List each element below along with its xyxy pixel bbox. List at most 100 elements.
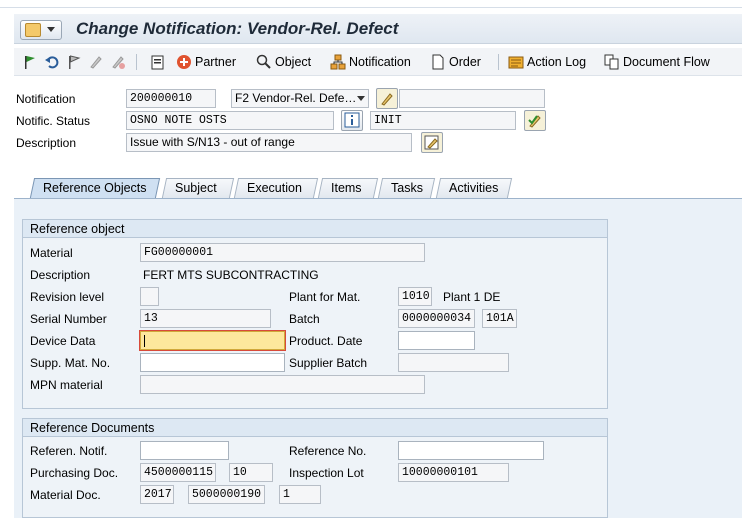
chevron-down-icon bbox=[357, 96, 365, 101]
chevron-down-icon bbox=[47, 27, 55, 32]
notification-type-select[interactable]: F2 Vendor-Rel. Defe… bbox=[231, 89, 369, 108]
system-menu-button[interactable] bbox=[20, 20, 62, 40]
notification-type-value: F2 Vendor-Rel. Defe… bbox=[235, 91, 357, 105]
description-edit-button[interactable] bbox=[421, 132, 443, 153]
tab-activities[interactable]: Activities bbox=[435, 178, 513, 198]
description-label: Description bbox=[16, 136, 77, 150]
batch-field[interactable]: 0000000034 bbox=[398, 309, 475, 328]
document-list-icon bbox=[150, 54, 166, 70]
material-field[interactable]: FG00000001 bbox=[140, 243, 425, 262]
partner-button[interactable]: Partner bbox=[176, 53, 236, 71]
serial-number-field[interactable]: 13 bbox=[140, 309, 271, 328]
pencil-check-icon bbox=[528, 115, 541, 128]
material-doc-year-field[interactable]: 2017 bbox=[140, 485, 174, 504]
hierarchy-icon bbox=[330, 54, 346, 70]
action-log-button[interactable]: Action Log bbox=[508, 53, 586, 71]
partner-icon bbox=[176, 54, 192, 70]
notification-label: Notification bbox=[16, 92, 76, 106]
notification-number-field[interactable]: 200000010 bbox=[126, 89, 216, 108]
notification-label: Notification bbox=[349, 55, 411, 69]
mpn-field[interactable] bbox=[140, 375, 425, 394]
purchasing-doc-field[interactable]: 4500000115 bbox=[140, 463, 216, 482]
tab-items[interactable]: Items bbox=[317, 178, 379, 198]
pencil-icon bbox=[424, 135, 439, 150]
document-flow-button[interactable]: Document Flow bbox=[604, 53, 710, 71]
tab-subject[interactable]: Subject bbox=[161, 178, 235, 198]
status-info-button[interactable] bbox=[341, 110, 363, 131]
product-date-label: Product. Date bbox=[289, 334, 363, 348]
group-title: Reference Documents bbox=[23, 419, 607, 437]
display-button[interactable] bbox=[150, 53, 169, 71]
notification-extra-field[interactable] bbox=[399, 89, 545, 108]
order-button[interactable]: Order bbox=[430, 53, 481, 71]
tab-execution[interactable]: Execution bbox=[233, 178, 319, 198]
tab-label: Tasks bbox=[391, 181, 423, 195]
material-doc-field[interactable]: 5000000190 bbox=[188, 485, 265, 504]
menu-icon bbox=[25, 23, 41, 37]
batch-extra-field[interactable]: 101A bbox=[482, 309, 517, 328]
object-label: Object bbox=[275, 55, 312, 69]
status-label: Notific. Status bbox=[16, 114, 91, 128]
inspection-lot-label: Inspection Lot bbox=[289, 466, 364, 480]
mpn-label: MPN material bbox=[30, 378, 103, 392]
material-description-text: FERT MTS SUBCONTRACTING bbox=[143, 268, 319, 282]
reference-no-field[interactable] bbox=[398, 441, 544, 460]
document-flow-label: Document Flow bbox=[623, 55, 710, 69]
object-button[interactable]: Object bbox=[256, 53, 311, 71]
edit-long-text-button[interactable] bbox=[376, 88, 398, 109]
batch-label: Batch bbox=[289, 312, 320, 326]
plant-label: Plant for Mat. bbox=[289, 290, 361, 304]
revision-field[interactable] bbox=[140, 287, 159, 306]
supp-mat-field[interactable] bbox=[140, 353, 285, 372]
supp-mat-label: Supp. Mat. No. bbox=[30, 356, 111, 370]
undo-button[interactable] bbox=[44, 53, 63, 71]
action-log-label: Action Log bbox=[527, 55, 587, 69]
plant-field[interactable]: 1010 bbox=[398, 287, 432, 306]
tab-reference-objects[interactable]: Reference Objects bbox=[29, 178, 161, 198]
description-field[interactable]: Issue with S/N13 - out of range bbox=[126, 133, 412, 152]
supplier-batch-label: Supplier Batch bbox=[289, 356, 368, 370]
material-doc-label: Material Doc. bbox=[30, 488, 101, 502]
tab-strip: Reference Objects Subject Execution Item… bbox=[14, 176, 742, 198]
status-code-field[interactable]: INIT bbox=[370, 111, 516, 130]
flag-gray-button[interactable] bbox=[66, 53, 85, 71]
page-title: Change Notification: Vendor-Rel. Defect bbox=[76, 19, 399, 38]
revision-label: Revision level bbox=[30, 290, 105, 304]
magnifier-icon bbox=[256, 54, 272, 70]
flag-outline-icon bbox=[66, 54, 82, 70]
toolbar-separator bbox=[498, 54, 499, 70]
toolbar-separator bbox=[136, 54, 137, 70]
partner-label: Partner bbox=[195, 55, 236, 69]
approve-button[interactable] bbox=[88, 53, 107, 71]
supplier-batch-field[interactable] bbox=[398, 353, 509, 372]
info-icon bbox=[344, 112, 360, 128]
inspection-lot-field[interactable]: 10000000101 bbox=[398, 463, 509, 482]
change-status-button[interactable] bbox=[524, 110, 546, 131]
pencil-x-icon bbox=[110, 54, 126, 70]
tab-label: Items bbox=[331, 181, 362, 195]
group-title: Reference object bbox=[23, 220, 607, 238]
tab-tasks[interactable]: Tasks bbox=[377, 178, 436, 198]
reference-no-label: Reference No. bbox=[289, 444, 367, 458]
title-bar: Change Notification: Vendor-Rel. Defect bbox=[14, 14, 742, 44]
text-cursor bbox=[144, 335, 145, 347]
material-doc-item-field[interactable]: 1 bbox=[279, 485, 321, 504]
application-toolbar: Partner Object Notification Order Action… bbox=[14, 48, 742, 76]
status-field[interactable]: OSNO NOTE OSTS bbox=[126, 111, 334, 130]
notification-button[interactable]: Notification bbox=[330, 53, 411, 71]
flag-green-button[interactable] bbox=[22, 53, 41, 71]
serial-number-label: Serial Number bbox=[30, 312, 107, 326]
flag-icon bbox=[22, 54, 38, 70]
description-label: Description bbox=[30, 268, 91, 282]
reject-button[interactable] bbox=[110, 53, 129, 71]
page-icon bbox=[430, 54, 446, 70]
product-date-field[interactable] bbox=[398, 331, 475, 350]
tab-label: Execution bbox=[247, 181, 302, 195]
document-flow-icon bbox=[604, 54, 620, 70]
plant-name-text: Plant 1 DE bbox=[443, 290, 501, 304]
action-log-icon bbox=[508, 54, 524, 70]
device-data-field[interactable] bbox=[140, 331, 285, 350]
ref-notif-field[interactable] bbox=[140, 441, 229, 460]
purchasing-item-field[interactable]: 10 bbox=[229, 463, 273, 482]
tab-label: Subject bbox=[175, 181, 217, 195]
